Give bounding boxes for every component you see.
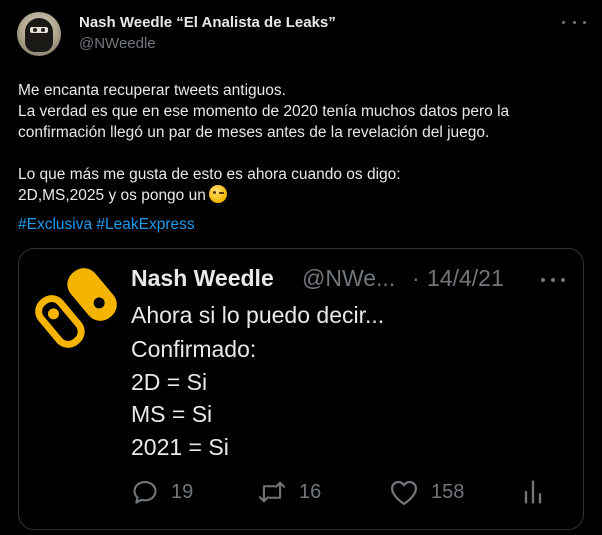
tweet-text-line: La verdad es que en ese momento de 2020 … [18, 103, 510, 120]
tweet: Nash Weedle “El Analista de Leaks” @NWee… [0, 0, 602, 535]
reply-icon [131, 478, 159, 506]
retweet-count: 16 [299, 480, 322, 503]
more-options-icon[interactable] [562, 15, 586, 29]
hashtags: #Exclusiva #LeakExpress [18, 216, 195, 234]
winking-face-emoji-icon [208, 185, 227, 203]
avatar[interactable] [17, 12, 61, 56]
reply-count: 19 [171, 480, 194, 503]
avatar-eye-right [41, 28, 45, 32]
quoted-text-line: Ahora si lo puedo decir... [131, 302, 385, 328]
tweet-text-line: confirmación llegó un par de meses antes… [18, 124, 490, 141]
tweet-text-line: 2D,MS,2025 y os pongo un [18, 187, 206, 204]
heart-icon [389, 478, 419, 506]
quoted-text-line: 2021 = Si [131, 434, 229, 460]
quoted-reply-count: 19 [131, 477, 193, 507]
views-icon [521, 478, 545, 506]
avatar-eye-left [33, 28, 37, 32]
switch-logo-icon [29, 261, 123, 355]
quoted-text-line: 2D = Si [131, 369, 208, 395]
tweet-text-line-with-emoji: 2D,MS,2025 y os pongo un [18, 185, 588, 206]
author-display-name[interactable]: Nash Weedle “El Analista de Leaks” [79, 14, 336, 31]
quoted-author-name: Nash Weedle [131, 265, 274, 291]
tweet-text-line: Me encanta recuperar tweets antiguos. [18, 82, 286, 99]
quoted-text-line: MS = Si [131, 401, 213, 427]
author-handle[interactable]: @NWeedle [79, 35, 156, 52]
avatar-hood [25, 18, 53, 52]
quoted-retweet-count: 16 [257, 477, 321, 507]
like-count: 158 [431, 480, 465, 503]
quoted-views [521, 477, 545, 507]
quoted-like-count: 158 [389, 477, 464, 507]
quoted-author-handle: @NWe... [302, 265, 396, 291]
quoted-date: 14/4/21 [427, 265, 504, 291]
quoted-more-icon [541, 277, 565, 283]
retweet-icon [257, 478, 287, 506]
quoted-tweet-image[interactable]: Nash Weedle @NWe... · 14/4/21 Ahora si l… [18, 248, 584, 530]
tweet-text-line: Lo que más me gusta de esto es ahora cua… [18, 166, 401, 183]
hashtag-leakexpress[interactable]: #LeakExpress [96, 216, 194, 233]
hashtag-exclusiva[interactable]: #Exclusiva [18, 216, 92, 233]
quoted-separator: · [412, 265, 420, 291]
quoted-text-line: Confirmado: [131, 336, 257, 362]
